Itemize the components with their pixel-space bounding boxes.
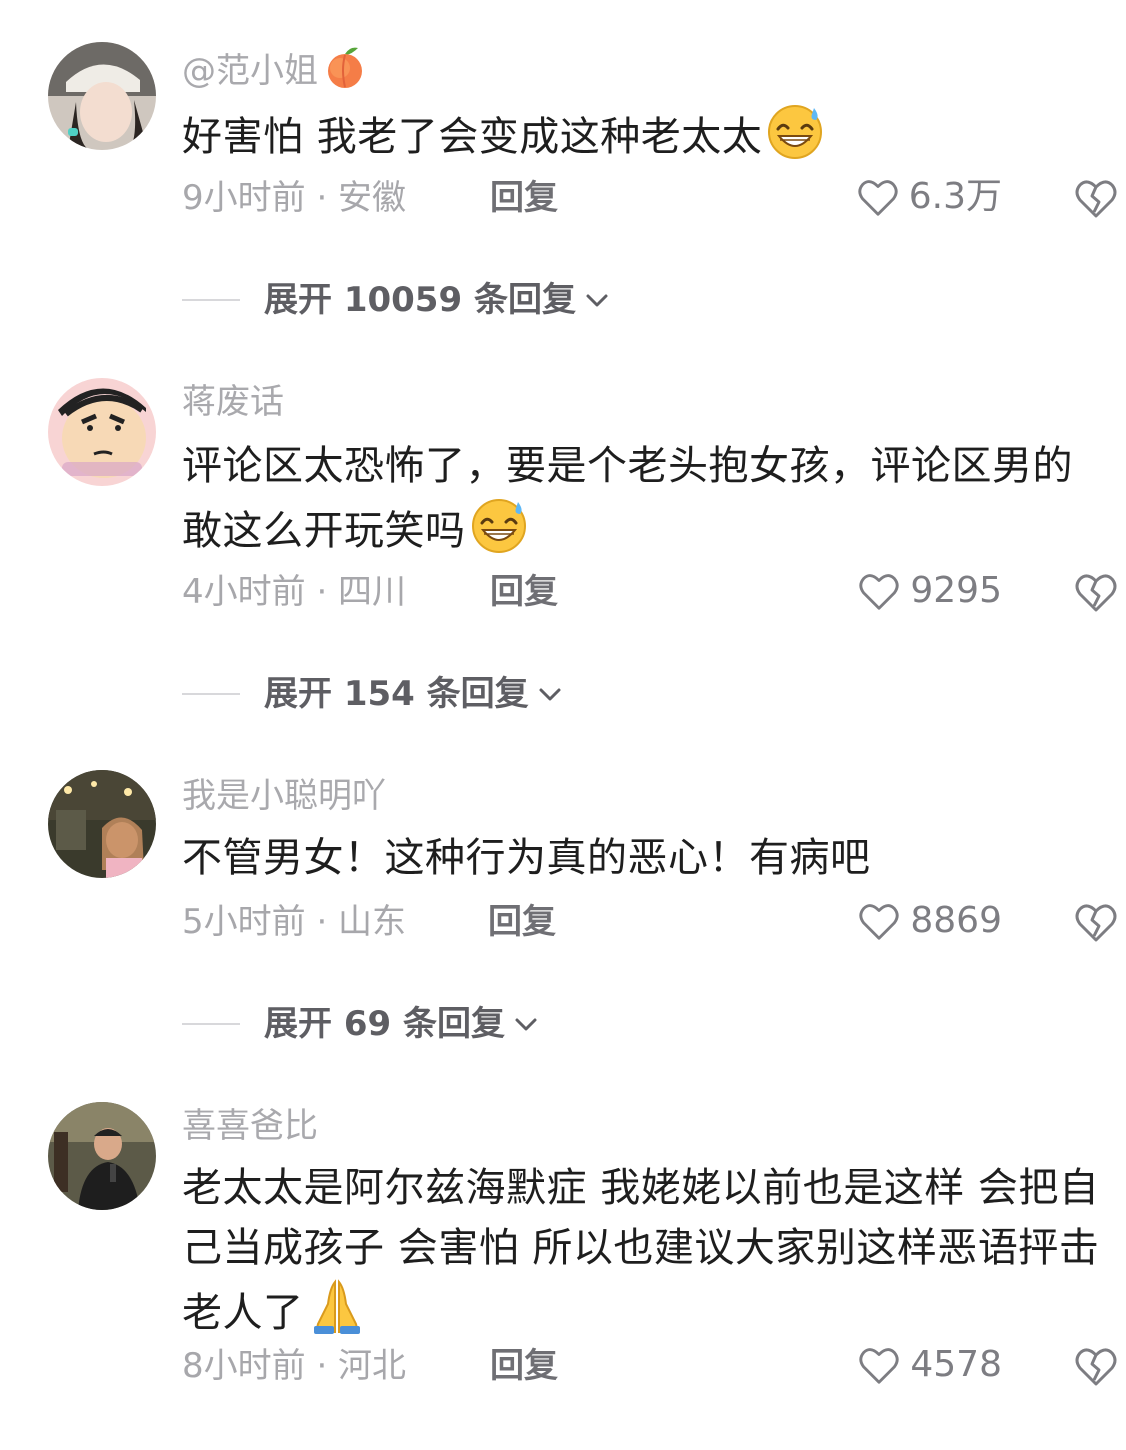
- grinning-sweat-icon: [766, 102, 824, 160]
- username[interactable]: 我是小聪明吖: [182, 774, 386, 818]
- like-button[interactable]: 6.3万: [855, 174, 1002, 220]
- avatar[interactable]: [48, 1102, 156, 1210]
- divider-line: [182, 693, 240, 695]
- heart-icon: [859, 574, 900, 610]
- expand-replies-label: 展开 10059 条回复: [264, 280, 576, 320]
- expand-replies-label: 展开 154 条回复: [264, 674, 529, 714]
- chevron-down-icon: [586, 294, 608, 307]
- broken-heart-icon: [1075, 1348, 1117, 1386]
- like-button[interactable]: 4578: [856, 1342, 1002, 1388]
- dislike-button[interactable]: [1072, 568, 1120, 616]
- heart-icon: [858, 180, 898, 216]
- like-button[interactable]: 8869: [856, 898, 1002, 944]
- expand-replies-button[interactable]: 展开 154 条回复: [182, 672, 565, 716]
- expand-replies-label: 展开 69 条回复: [264, 1004, 505, 1044]
- username[interactable]: @范小姐: [182, 44, 368, 101]
- reply-button[interactable]: 回复: [488, 900, 556, 944]
- like-count: 8869: [910, 900, 1002, 941]
- broken-heart-icon: [1075, 904, 1117, 942]
- reply-button[interactable]: 回复: [490, 570, 558, 614]
- chevron-down-icon: [539, 688, 561, 701]
- expand-replies-button[interactable]: 展开 10059 条回复: [182, 278, 612, 322]
- like-button[interactable]: 9295: [856, 568, 1002, 614]
- reply-button[interactable]: 回复: [490, 176, 558, 220]
- time-location: 5小时前 · 山东: [182, 902, 407, 942]
- avatar[interactable]: [48, 42, 156, 150]
- peach-icon: [322, 44, 368, 101]
- folded-hands-icon: [308, 1278, 366, 1336]
- avatar[interactable]: [48, 770, 156, 878]
- time-location: 4小时前 · 四川: [182, 572, 407, 612]
- broken-heart-icon: [1075, 180, 1117, 218]
- comment-text: 老太太是阿尔兹海默症 我姥姥以前也是这样 会把自己当成孩子 会害怕 所以也建议大…: [182, 1165, 1100, 1336]
- like-count: 6.3万: [908, 176, 1002, 217]
- dislike-button[interactable]: [1072, 898, 1120, 946]
- grinning-sweat-icon: [470, 496, 528, 554]
- dislike-button[interactable]: [1072, 1342, 1120, 1390]
- like-count: 9295: [910, 570, 1002, 611]
- comment-text: 不管男女！这种行为真的恶心！有病吧: [182, 835, 871, 881]
- username[interactable]: 蒋废话: [182, 380, 284, 424]
- expand-replies-button[interactable]: 展开 69 条回复: [182, 1002, 541, 1046]
- like-count: 4578: [910, 1344, 1002, 1385]
- divider-line: [182, 1023, 240, 1025]
- comment-text: 好害怕 我老了会变成这种老太太: [182, 102, 1112, 167]
- reply-button[interactable]: 回复: [490, 1344, 558, 1388]
- time-location: 8小时前 · 河北: [182, 1346, 407, 1386]
- heart-icon: [859, 1348, 900, 1384]
- dislike-button[interactable]: [1072, 174, 1120, 222]
- chevron-down-icon: [515, 1018, 537, 1031]
- broken-heart-icon: [1075, 574, 1117, 612]
- heart-icon: [859, 904, 900, 940]
- divider-line: [182, 299, 240, 301]
- username[interactable]: 喜喜爸比: [182, 1104, 318, 1148]
- avatar[interactable]: [48, 378, 156, 486]
- time-location: 9小时前 · 安徽: [182, 178, 407, 218]
- comment-text: 评论区太恐怖了，要是个老头抱女孩，评论区男的敢这么开玩笑吗: [182, 443, 1073, 554]
